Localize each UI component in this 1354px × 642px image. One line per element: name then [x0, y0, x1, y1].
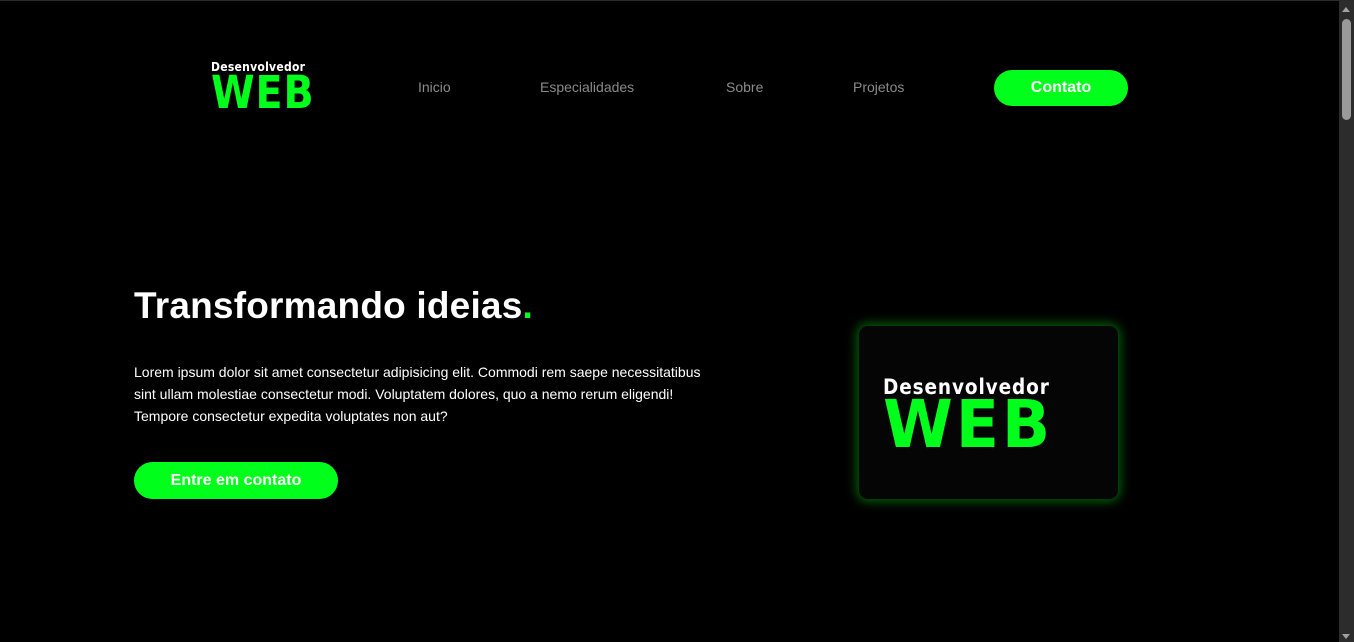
cta-button[interactable]: Entre em contato	[134, 462, 338, 499]
nav-link-inicio[interactable]: Inicio	[418, 79, 451, 95]
vertical-scrollbar[interactable]	[1339, 1, 1354, 642]
hero-title-dot: .	[522, 285, 533, 326]
nav-link-sobre[interactable]: Sobre	[726, 79, 763, 95]
logo-line2: WEB	[211, 66, 315, 119]
hero-title: Transformando ideias.	[134, 285, 533, 327]
card-logo-line2: WEB	[883, 386, 1054, 463]
scroll-thumb[interactable]	[1342, 19, 1351, 120]
site-logo[interactable]: Desenvolvedor WEB	[211, 59, 315, 117]
nav-link-projetos[interactable]: Projetos	[853, 79, 904, 95]
hero-description: Lorem ipsum dolor sit amet consectetur a…	[134, 364, 701, 424]
hero-logo-card: Desenvolvedor WEB	[859, 326, 1118, 499]
page: Desenvolvedor WEB Inicio Especialidades …	[0, 0, 1354, 642]
nav-link-especialidades[interactable]: Especialidades	[540, 79, 634, 95]
scroll-up-arrow-icon[interactable]	[1342, 7, 1350, 12]
contact-button[interactable]: Contato	[994, 70, 1128, 106]
hero-title-text: Transformando ideias	[134, 285, 523, 326]
scroll-down-arrow-icon[interactable]	[1342, 634, 1350, 639]
